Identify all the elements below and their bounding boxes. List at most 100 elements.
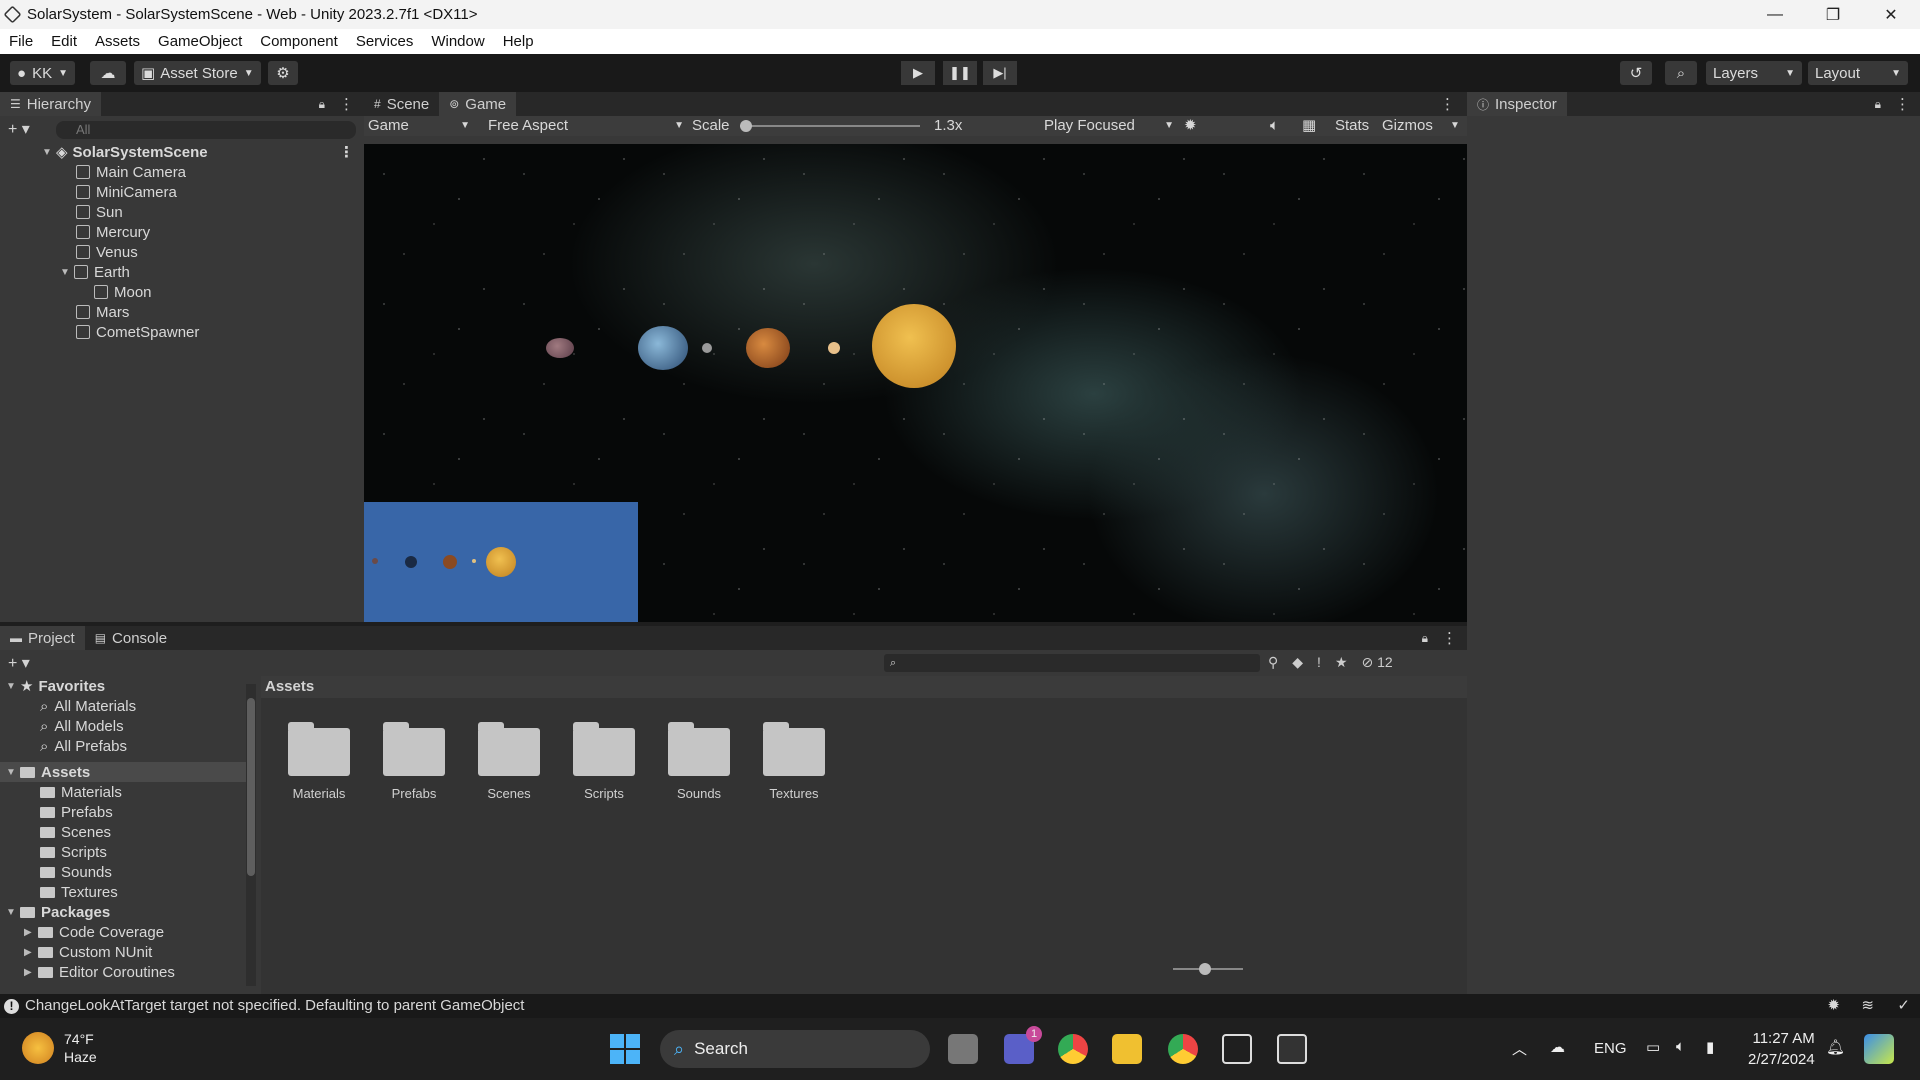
stats-button[interactable]: Stats: [1335, 116, 1369, 136]
list-item[interactable]: Mars: [0, 302, 364, 322]
hidden-packages-toggle[interactable]: ⊘ 12: [1362, 654, 1393, 671]
battery-icon[interactable]: ▮: [1706, 1038, 1714, 1056]
list-item[interactable]: Main Camera: [0, 162, 364, 182]
tree-scrollbar[interactable]: [246, 684, 256, 986]
list-item[interactable]: Sounds: [0, 862, 250, 882]
folder-item[interactable]: Scripts: [564, 722, 644, 801]
language-indicator[interactable]: ENG: [1594, 1040, 1627, 1057]
chrome-profile-icon[interactable]: [1168, 1034, 1198, 1064]
slider-handle[interactable]: [1199, 963, 1211, 975]
chrome-icon[interactable]: [1058, 1034, 1088, 1064]
pause-button[interactable]: ❚❚: [943, 61, 977, 85]
list-item[interactable]: Materials: [0, 782, 250, 802]
display-dropdown[interactable]: Game ▼: [368, 116, 478, 136]
project-search-input[interactable]: ⌕: [884, 654, 1260, 672]
filter-type-icon[interactable]: ⚲: [1268, 654, 1278, 671]
minimize-button[interactable]: —: [1746, 0, 1804, 29]
list-item[interactable]: Mercury: [0, 222, 364, 242]
expand-arrow-icon[interactable]: ▶: [24, 927, 38, 938]
layers-dropdown[interactable]: Layers ▼: [1706, 61, 1802, 85]
weather-widget[interactable]: 74°F Haze: [64, 1030, 97, 1066]
account-button[interactable]: ● KK ▼: [10, 61, 75, 85]
menu-assets[interactable]: Assets: [86, 33, 149, 50]
clock[interactable]: 11:27 AM 2/27/2024: [1748, 1028, 1815, 1070]
list-item[interactable]: Scripts: [0, 842, 250, 862]
expand-arrow-icon[interactable]: ▶: [24, 947, 38, 958]
expand-arrow-icon[interactable]: ▼: [6, 907, 20, 918]
scale-slider[interactable]: [740, 116, 920, 136]
task-view-icon[interactable]: [948, 1034, 978, 1064]
status-bar[interactable]: ! ChangeLookAtTarget target not specified…: [0, 994, 1920, 1018]
check-icon[interactable]: ✓: [1897, 994, 1910, 1018]
chevron-up-icon[interactable]: ︿: [1512, 1038, 1527, 1059]
folder-item[interactable]: Materials: [279, 722, 359, 801]
list-item[interactable]: ⌕ All Prefabs: [0, 736, 250, 756]
list-item[interactable]: ▼ Earth: [0, 262, 364, 282]
windows-start-icon[interactable]: [610, 1034, 640, 1064]
star-icon[interactable]: ★: [1335, 654, 1348, 671]
play-button[interactable]: ▶: [901, 61, 935, 85]
create-button[interactable]: + ▾: [8, 653, 30, 673]
folder-item[interactable]: Textures: [754, 722, 834, 801]
package-button[interactable]: ⚙: [268, 61, 298, 85]
expand-arrow-icon[interactable]: ▼: [6, 767, 20, 778]
kebab-menu-icon[interactable]: ⋮: [1440, 95, 1455, 113]
tab-scene[interactable]: # Scene: [364, 92, 439, 116]
tab-project[interactable]: ▬ Project: [0, 626, 85, 650]
grid-icon[interactable]: ▦: [1302, 116, 1316, 136]
tab-console[interactable]: ▤ Console: [85, 626, 177, 650]
aspect-dropdown[interactable]: Free Aspect ▼: [488, 116, 688, 136]
lock-icon[interactable]: 🔒︎: [319, 97, 325, 112]
gizmos-button[interactable]: Gizmos: [1382, 116, 1433, 136]
volume-icon[interactable]: 🔈︎: [1676, 1038, 1685, 1055]
breadcrumb[interactable]: Assets: [261, 676, 1467, 698]
menu-edit[interactable]: Edit: [42, 33, 86, 50]
label-icon[interactable]: ◆: [1292, 654, 1303, 671]
folder-item[interactable]: Scenes: [469, 722, 549, 801]
asset-store-button[interactable]: ▣ Asset Store ▼: [134, 61, 261, 85]
weather-icon[interactable]: [22, 1032, 54, 1064]
lock-icon[interactable]: 🔒︎: [1875, 97, 1881, 112]
menu-services[interactable]: Services: [347, 33, 423, 50]
list-item[interactable]: ⌕ All Materials: [0, 696, 250, 716]
tab-hierarchy[interactable]: ☰ Hierarchy: [0, 92, 101, 116]
list-item[interactable]: Scenes: [0, 822, 250, 842]
bug-icon[interactable]: ✹: [1184, 116, 1197, 136]
lock-icon[interactable]: 🔒︎: [1422, 631, 1428, 646]
step-button[interactable]: ▶|: [983, 61, 1017, 85]
play-mode-dropdown[interactable]: Play Focused ▼: [1044, 116, 1176, 136]
slider-handle[interactable]: [740, 120, 752, 132]
list-item[interactable]: ⌕ All Models: [0, 716, 250, 736]
folder-item[interactable]: Sounds: [659, 722, 739, 801]
history-button[interactable]: ↺: [1620, 61, 1652, 85]
menu-window[interactable]: Window: [422, 33, 493, 50]
warning-icon[interactable]: !: [1317, 654, 1321, 671]
packages-header[interactable]: ▼ Packages: [0, 902, 250, 922]
list-item[interactable]: Prefabs: [0, 802, 250, 822]
menu-help[interactable]: Help: [494, 33, 543, 50]
list-item[interactable]: Textures: [0, 882, 250, 902]
list-item[interactable]: ▶ Custom NUnit: [0, 942, 250, 962]
kebab-menu-icon[interactable]: ⋮: [339, 95, 354, 113]
cache-icon[interactable]: ≋: [1861, 994, 1874, 1018]
list-item[interactable]: CometSpawner: [0, 322, 364, 342]
scrollbar-thumb[interactable]: [247, 698, 255, 876]
kebab-menu-icon[interactable]: ⋮: [1895, 95, 1910, 113]
kebab-menu-icon[interactable]: ⋮: [1442, 629, 1457, 647]
menu-gameobject[interactable]: GameObject: [149, 33, 251, 50]
scene-root[interactable]: ▼ ◈ SolarSystemScene ⋮: [0, 142, 364, 162]
add-object-button[interactable]: + ▾: [8, 119, 30, 139]
expand-arrow-icon[interactable]: ▼: [6, 681, 20, 692]
copilot-icon[interactable]: [1864, 1034, 1894, 1064]
cloud-button[interactable]: ☁: [90, 61, 126, 85]
tab-game[interactable]: ⊚ Game: [439, 92, 517, 116]
notification-bell-icon[interactable]: 🔔︎: [1826, 1038, 1845, 1056]
file-explorer-icon[interactable]: [1112, 1034, 1142, 1064]
onedrive-icon[interactable]: ☁: [1550, 1038, 1565, 1056]
expand-arrow-icon[interactable]: ▼: [60, 267, 74, 278]
list-item[interactable]: Moon: [0, 282, 364, 302]
expand-arrow-icon[interactable]: ▶: [24, 967, 38, 978]
expand-arrow-icon[interactable]: ▼: [42, 147, 56, 158]
favorites-header[interactable]: ▼ ★ Favorites: [0, 676, 250, 696]
unity-hub-icon[interactable]: [1222, 1034, 1252, 1064]
